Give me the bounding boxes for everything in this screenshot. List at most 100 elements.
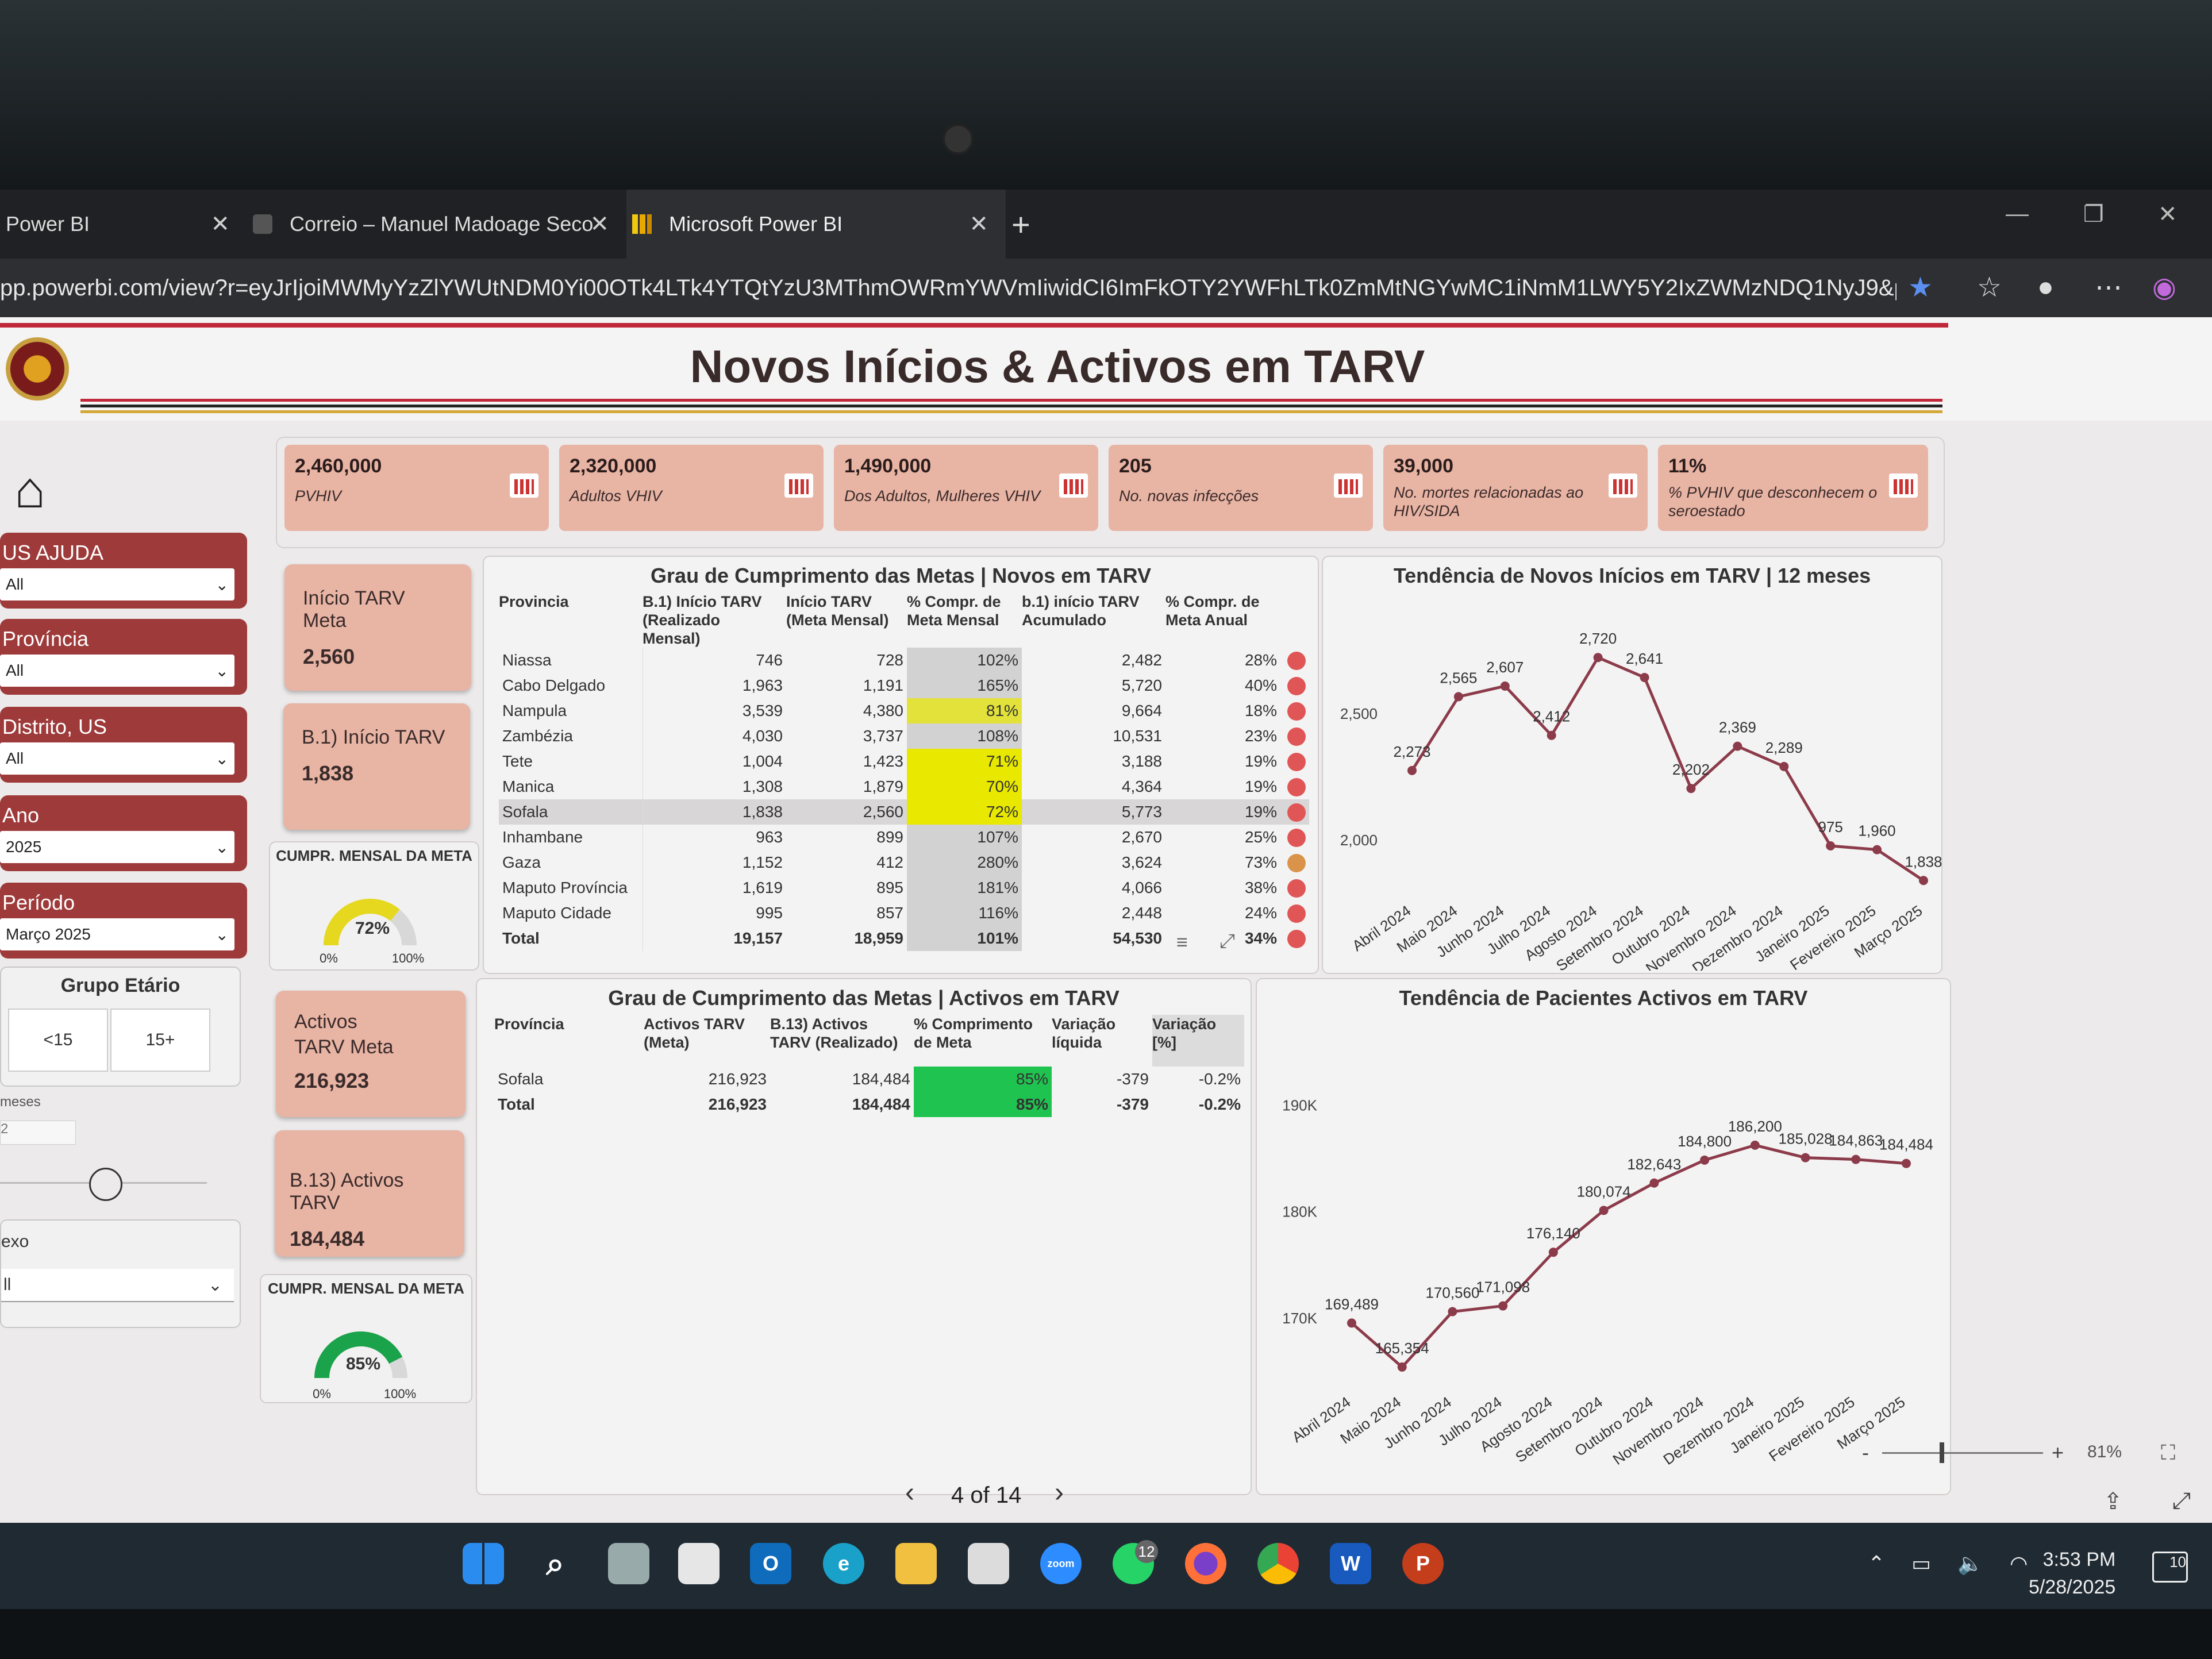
slicer-dropdown[interactable]: All ⌄ xyxy=(0,742,234,775)
bar-chart-icon[interactable] xyxy=(1889,474,1918,498)
data-point[interactable] xyxy=(1649,1178,1659,1188)
data-point[interactable] xyxy=(1700,1155,1710,1165)
data-point[interactable] xyxy=(1826,841,1836,850)
zoom-icon[interactable]: zoom xyxy=(1040,1543,1082,1584)
table-row[interactable]: Maputo Província 1,619 895 181% 4,066 38% xyxy=(499,875,1309,900)
col-header[interactable]: % Compr. de Meta Mensal xyxy=(907,592,1022,648)
age-option-15-plus[interactable]: 15+ xyxy=(110,1009,210,1072)
data-point[interactable] xyxy=(1599,1206,1609,1215)
bar-chart-icon[interactable] xyxy=(510,474,538,498)
table-row[interactable]: Sofala 1,838 2,560 72% 5,773 19% xyxy=(499,799,1309,825)
zoom-in-button[interactable]: + xyxy=(2052,1441,2064,1465)
data-point[interactable] xyxy=(1733,741,1742,751)
data-point[interactable] xyxy=(1547,730,1556,740)
system-clock[interactable]: 3:53 PM 5/28/2025 xyxy=(2029,1546,2115,1601)
outlook-icon[interactable]: O xyxy=(750,1543,791,1584)
card-activos-tarv[interactable]: B.13) Activos TARV 184,484 xyxy=(275,1130,464,1257)
chrome-icon[interactable] xyxy=(1257,1543,1299,1584)
fullscreen-icon[interactable]: ⤢ xyxy=(2172,1488,2191,1514)
col-header[interactable]: Variação [%] xyxy=(1152,1015,1244,1067)
more-options-icon[interactable]: ⋯ xyxy=(2095,271,2122,303)
data-point[interactable] xyxy=(1750,1140,1760,1150)
kpi-adultos-vhiv[interactable]: 2,320,000 Adultos VHIV xyxy=(559,445,824,531)
kpi-pvhiv[interactable]: 2,460,000 PVHIV xyxy=(284,445,549,531)
filter-icon[interactable]: ≡ xyxy=(1176,931,1188,954)
minimize-icon[interactable]: — xyxy=(2006,201,2029,227)
bar-chart-icon[interactable] xyxy=(1334,474,1363,498)
data-point[interactable] xyxy=(1500,681,1510,691)
table-row[interactable]: Zambézia 4,030 3,737 108% 10,531 23% xyxy=(499,723,1309,749)
data-point[interactable] xyxy=(1902,1158,1911,1168)
kpi-desconhecem-seroestado[interactable]: 11% % PVHIV que desconhecem o seroestado xyxy=(1658,445,1928,531)
windows-start-icon[interactable] xyxy=(463,1543,504,1584)
table-row[interactable]: Manica 1,308 1,879 70% 4,364 19% xyxy=(499,774,1309,799)
tab-microsoft-power-bi[interactable]: Microsoft Power BI ✕ xyxy=(626,190,1006,259)
slicer-dropdown[interactable]: All ⌄ xyxy=(0,568,234,601)
close-window-icon[interactable]: ✕ xyxy=(2158,201,2178,228)
edge-icon[interactable]: e xyxy=(823,1543,864,1584)
card-inicio-tarv[interactable]: B.1) Início TARV 1,838 xyxy=(283,703,470,830)
system-tray-icons[interactable]: ⌃ ▭ 🔈 ◠ xyxy=(1868,1552,2038,1576)
col-header[interactable]: b.1) início TARV Acumulado xyxy=(1022,592,1165,648)
file-explorer-icon[interactable] xyxy=(895,1543,937,1584)
powerpoint-icon[interactable]: P xyxy=(1402,1543,1444,1584)
tab-correio[interactable]: Correio – Manuel Madoage Seco ✕ xyxy=(247,190,626,259)
data-point[interactable] xyxy=(1872,845,1882,854)
next-page-button[interactable]: › xyxy=(1055,1477,1064,1508)
data-point[interactable] xyxy=(1498,1301,1508,1311)
months-input[interactable]: 2 xyxy=(0,1121,76,1145)
data-point[interactable] xyxy=(1448,1307,1457,1317)
data-point[interactable] xyxy=(1453,692,1463,702)
table-total-row[interactable]: Total 216,923 184,484 85% -379 -0.2% xyxy=(494,1092,1244,1117)
table-row[interactable]: Inhambane 963 899 107% 2,670 25% xyxy=(499,825,1309,850)
bar-chart-icon[interactable] xyxy=(1059,474,1088,498)
notification-icon[interactable]: 10 xyxy=(2152,1552,2188,1583)
data-point[interactable] xyxy=(1347,1318,1356,1328)
col-header[interactable]: Início TARV (Meta Mensal) xyxy=(786,592,907,648)
data-point[interactable] xyxy=(1397,1362,1407,1372)
data-point[interactable] xyxy=(1686,784,1696,794)
url-text[interactable]: pp.powerbi.com/view?r=eyJrIjoiMWMyYzZlYW… xyxy=(0,275,1896,301)
table-row[interactable]: Sofala 216,923 184,484 85% -379 -0.2% xyxy=(494,1067,1244,1092)
col-header[interactable]: Província xyxy=(494,1015,644,1067)
word-icon[interactable]: W xyxy=(1330,1543,1371,1584)
data-point[interactable] xyxy=(1801,1153,1810,1163)
firefox-icon[interactable] xyxy=(1185,1543,1226,1584)
close-tab-icon[interactable]: ✕ xyxy=(969,211,988,237)
sexo-dropdown[interactable]: ll ⌄ xyxy=(1,1269,234,1302)
kpi-novas-infeccoes[interactable]: 205 No. novas infecções xyxy=(1109,445,1373,531)
task-view-icon[interactable] xyxy=(608,1543,649,1584)
tab-power-bi[interactable]: Power BI ✕ xyxy=(0,190,247,259)
bar-chart-icon[interactable] xyxy=(1609,474,1637,498)
card-inicio-tarv-meta[interactable]: Início TARV Meta 2,560 xyxy=(284,564,471,691)
profile-icon[interactable]: ● xyxy=(2037,271,2054,303)
zoom-slider[interactable] xyxy=(1882,1452,2043,1454)
table-row[interactable]: Niassa 746 728 102% 2,482 28% xyxy=(499,648,1309,673)
home-icon[interactable]: ⌂ xyxy=(14,461,45,520)
share-icon[interactable]: ⇪ xyxy=(2103,1488,2123,1515)
data-point[interactable] xyxy=(1851,1154,1861,1164)
new-tab-button[interactable]: + xyxy=(1006,190,1042,259)
microsoft-store-icon[interactable] xyxy=(968,1543,1009,1584)
data-point[interactable] xyxy=(1548,1248,1558,1257)
restore-icon[interactable]: ❐ xyxy=(2083,201,2104,228)
slicer-dropdown[interactable]: All ⌄ xyxy=(0,655,234,687)
table-row[interactable]: Maputo Cidade 995 857 116% 2,448 24% xyxy=(499,900,1309,926)
col-header[interactable]: % Compr. de Meta Anual xyxy=(1165,592,1280,648)
slicer-dropdown[interactable]: 2025 ⌄ xyxy=(0,831,234,863)
close-tab-icon[interactable]: ✕ xyxy=(590,211,609,237)
col-header[interactable]: B.13) Activos TARV (Realizado) xyxy=(770,1015,914,1067)
widgets-icon[interactable] xyxy=(678,1543,720,1584)
col-header[interactable]: B.1) Início TARV (Realizado Mensal) xyxy=(643,592,786,648)
kpi-mulheres-vhiv[interactable]: 1,490,000 Dos Adultos, Mulheres VHIV xyxy=(834,445,1098,531)
data-point[interactable] xyxy=(1407,765,1417,775)
kpi-mortes-hiv[interactable]: 39,000 No. mortes relacionadas ao HIV/SI… xyxy=(1383,445,1648,531)
table-row[interactable]: Nampula 3,539 4,380 81% 9,664 18% xyxy=(499,698,1309,723)
table-row[interactable]: Gaza 1,152 412 280% 3,624 73% xyxy=(499,850,1309,875)
zoom-out-button[interactable]: - xyxy=(1862,1441,1869,1465)
col-header[interactable]: Provincia xyxy=(499,592,643,648)
data-point[interactable] xyxy=(1640,672,1649,682)
months-slider-handle[interactable] xyxy=(89,1168,122,1201)
data-point[interactable] xyxy=(1779,761,1789,771)
data-point[interactable] xyxy=(1593,653,1603,663)
